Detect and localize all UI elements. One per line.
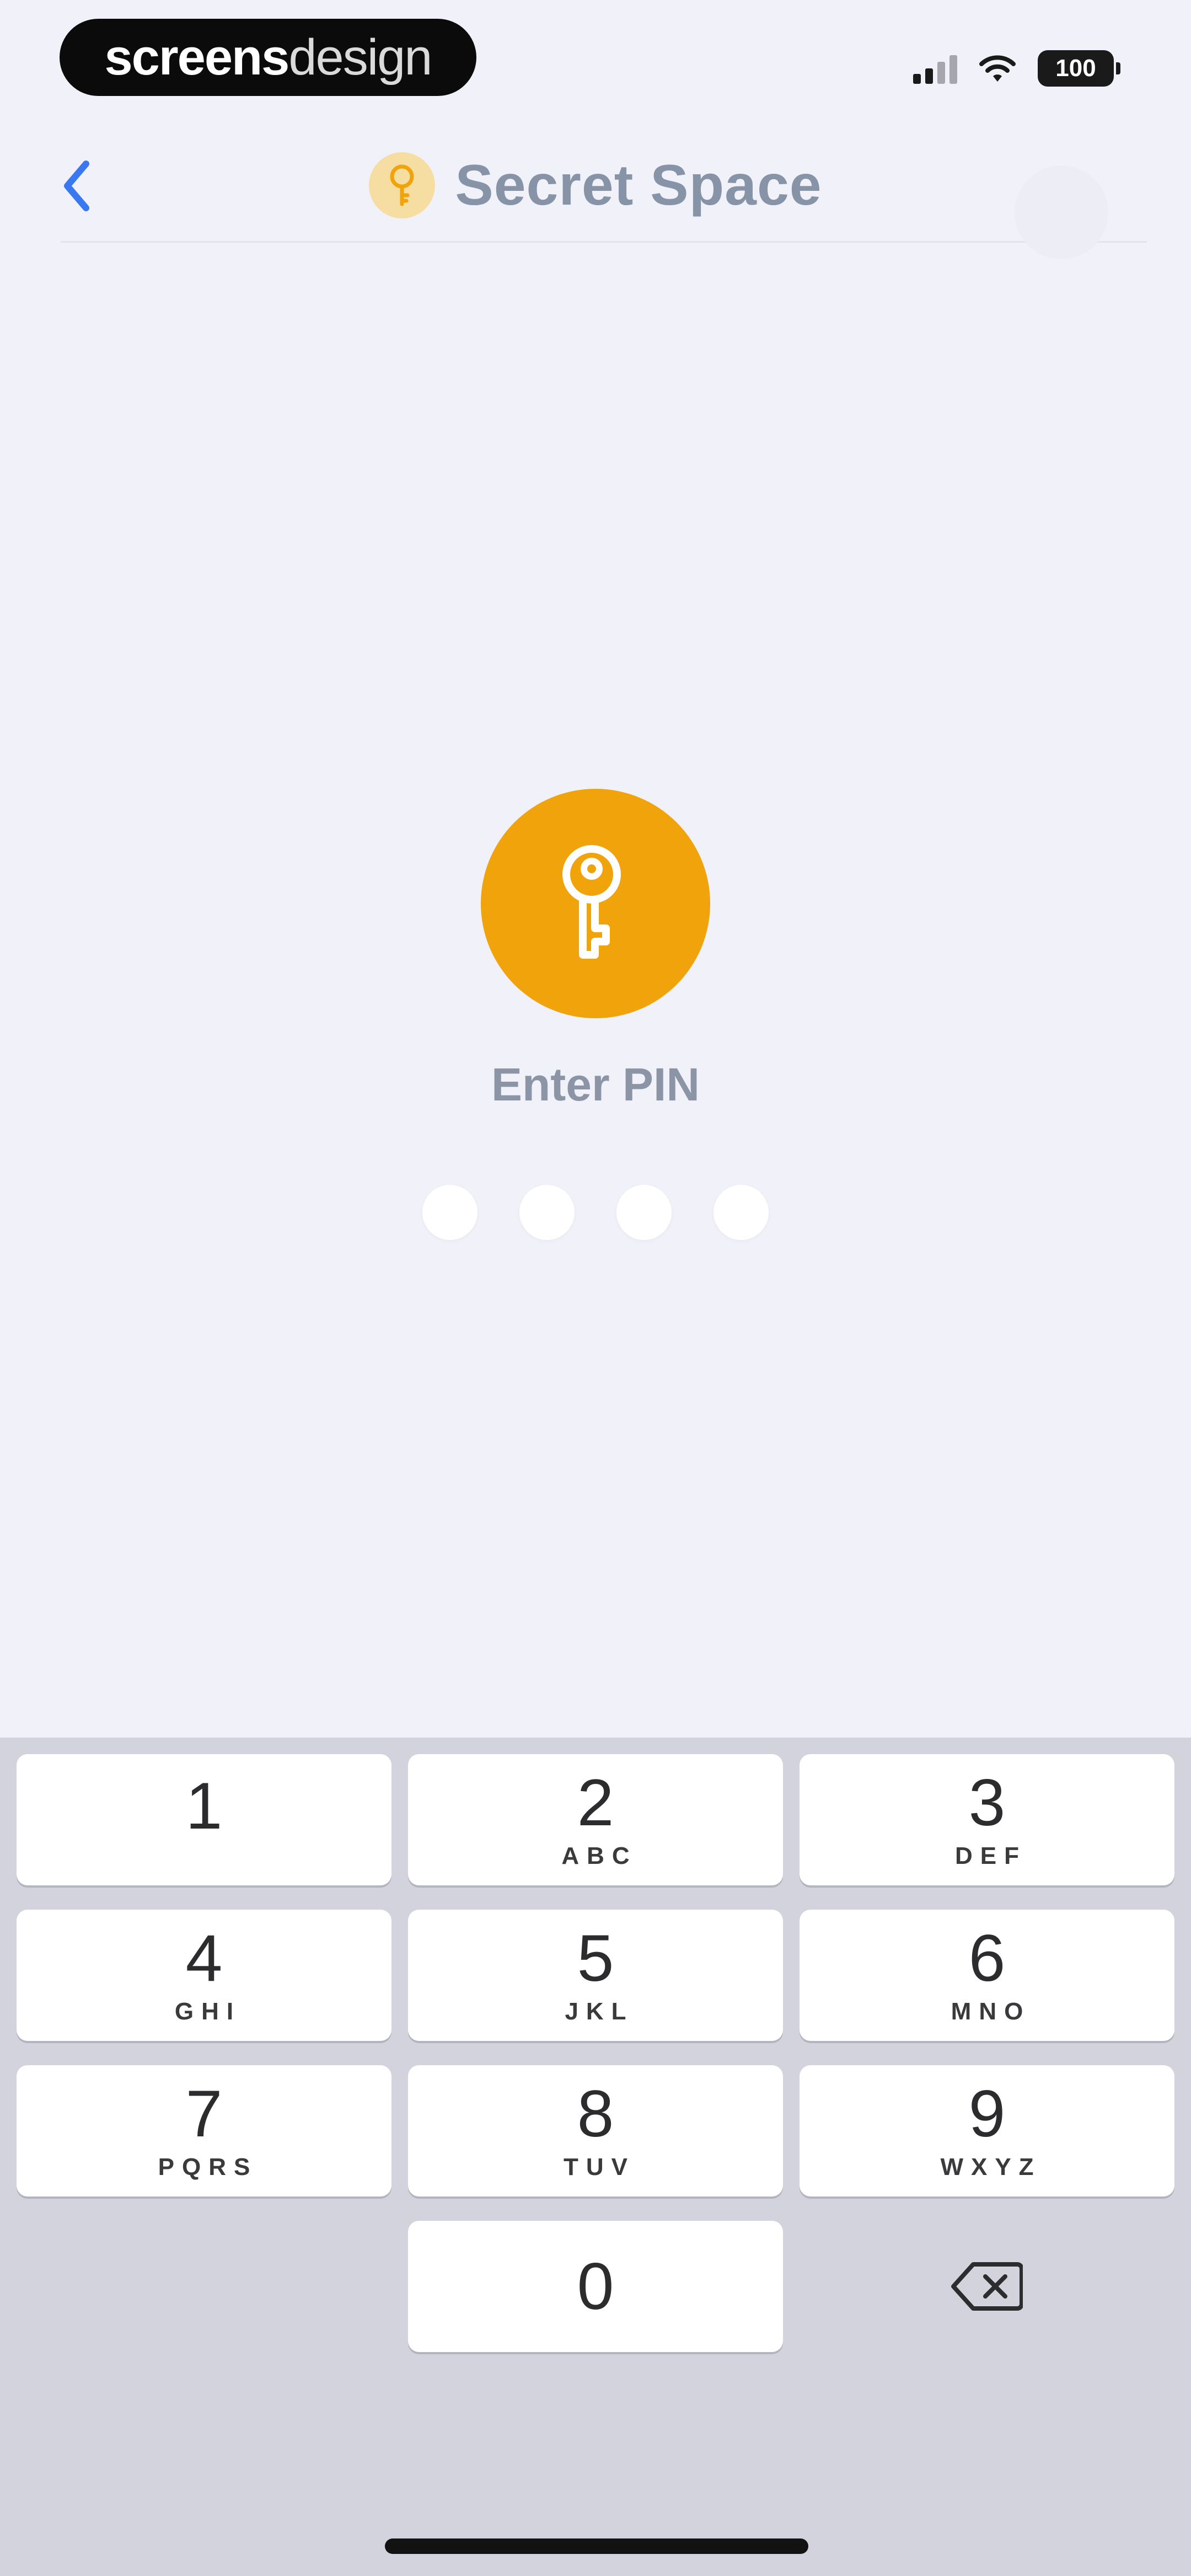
key-letters: JKL [565, 1998, 634, 2025]
keypad-key-2[interactable]: 2 ABC [408, 1754, 783, 1885]
keypad-key-3[interactable]: 3 DEF [800, 1754, 1174, 1885]
key-letters: WXYZ [940, 2153, 1042, 2180]
key-number: 5 [577, 1921, 614, 1995]
key-number: 9 [968, 2077, 1006, 2151]
keypad-key-4[interactable]: 4 GHI [17, 1910, 391, 2041]
keypad-key-0[interactable]: 0 [408, 2221, 783, 2352]
key-number: 4 [185, 1921, 223, 1995]
key-letters: PQRS [158, 2153, 258, 2180]
status-icons: 100 [913, 49, 1120, 88]
enter-pin-label: Enter PIN [491, 1059, 700, 1110]
pin-dot [422, 1185, 478, 1240]
keypad-key-6[interactable]: 6 MNO [800, 1910, 1174, 2041]
keypad-key-5[interactable]: 5 JKL [408, 1910, 783, 2041]
nav-title-group: Secret Space [0, 152, 1191, 218]
key-number: 2 [577, 1766, 614, 1840]
pin-dot [713, 1185, 769, 1240]
key-letters: DEF [955, 1842, 1027, 1869]
keypad-key-9[interactable]: 9 WXYZ [800, 2065, 1174, 2196]
pin-dot [616, 1185, 672, 1240]
keypad-key-7[interactable]: 7 PQRS [17, 2065, 391, 2196]
pin-dots [0, 1185, 1191, 1240]
home-indicator [385, 2538, 808, 2554]
key-letters: GHI [174, 1998, 242, 2025]
watermark-bold-text: screens [104, 29, 290, 85]
key-icon [369, 152, 436, 218]
key-letters: MNO [951, 1998, 1031, 2025]
key-number: 8 [577, 2077, 614, 2151]
nav-action-button[interactable] [1015, 165, 1108, 259]
battery-indicator: 100 [1038, 50, 1120, 87]
keypad-key-8[interactable]: 8 TUV [408, 2065, 783, 2196]
backspace-icon [951, 2262, 1023, 2311]
numeric-keypad: 1 2 ABC 3 DEF 4 GHI 5 JKL 6 MNO 7 PQRS 8 TUV 9 WXYZ 0 [0, 1738, 1191, 2576]
backspace-button[interactable] [800, 2221, 1174, 2352]
key-letters: TUV [564, 2153, 635, 2180]
screensdesign-watermark: screens design [60, 19, 476, 96]
page-title: Secret Space [455, 153, 822, 217]
key-number: 0 [577, 2249, 614, 2323]
key-number: 6 [968, 1921, 1006, 1995]
secret-space-pin-screen: screens design 100 Secret Space Enter PI… [0, 0, 1191, 2576]
keypad-key-1[interactable]: 1 [17, 1754, 391, 1885]
watermark-light-text: design [288, 29, 432, 85]
key-number: 3 [968, 1766, 1006, 1840]
key-letters: ABC [561, 1842, 637, 1869]
wifi-icon [979, 55, 1016, 82]
navigation-bar: Secret Space [0, 143, 1191, 243]
pin-dot [519, 1185, 575, 1240]
cellular-signal-icon [913, 53, 957, 84]
battery-level: 100 [1055, 55, 1096, 82]
key-number: 1 [185, 1769, 223, 1843]
key-icon [481, 789, 710, 1018]
nav-divider [61, 241, 1147, 243]
key-number: 7 [185, 2077, 223, 2151]
